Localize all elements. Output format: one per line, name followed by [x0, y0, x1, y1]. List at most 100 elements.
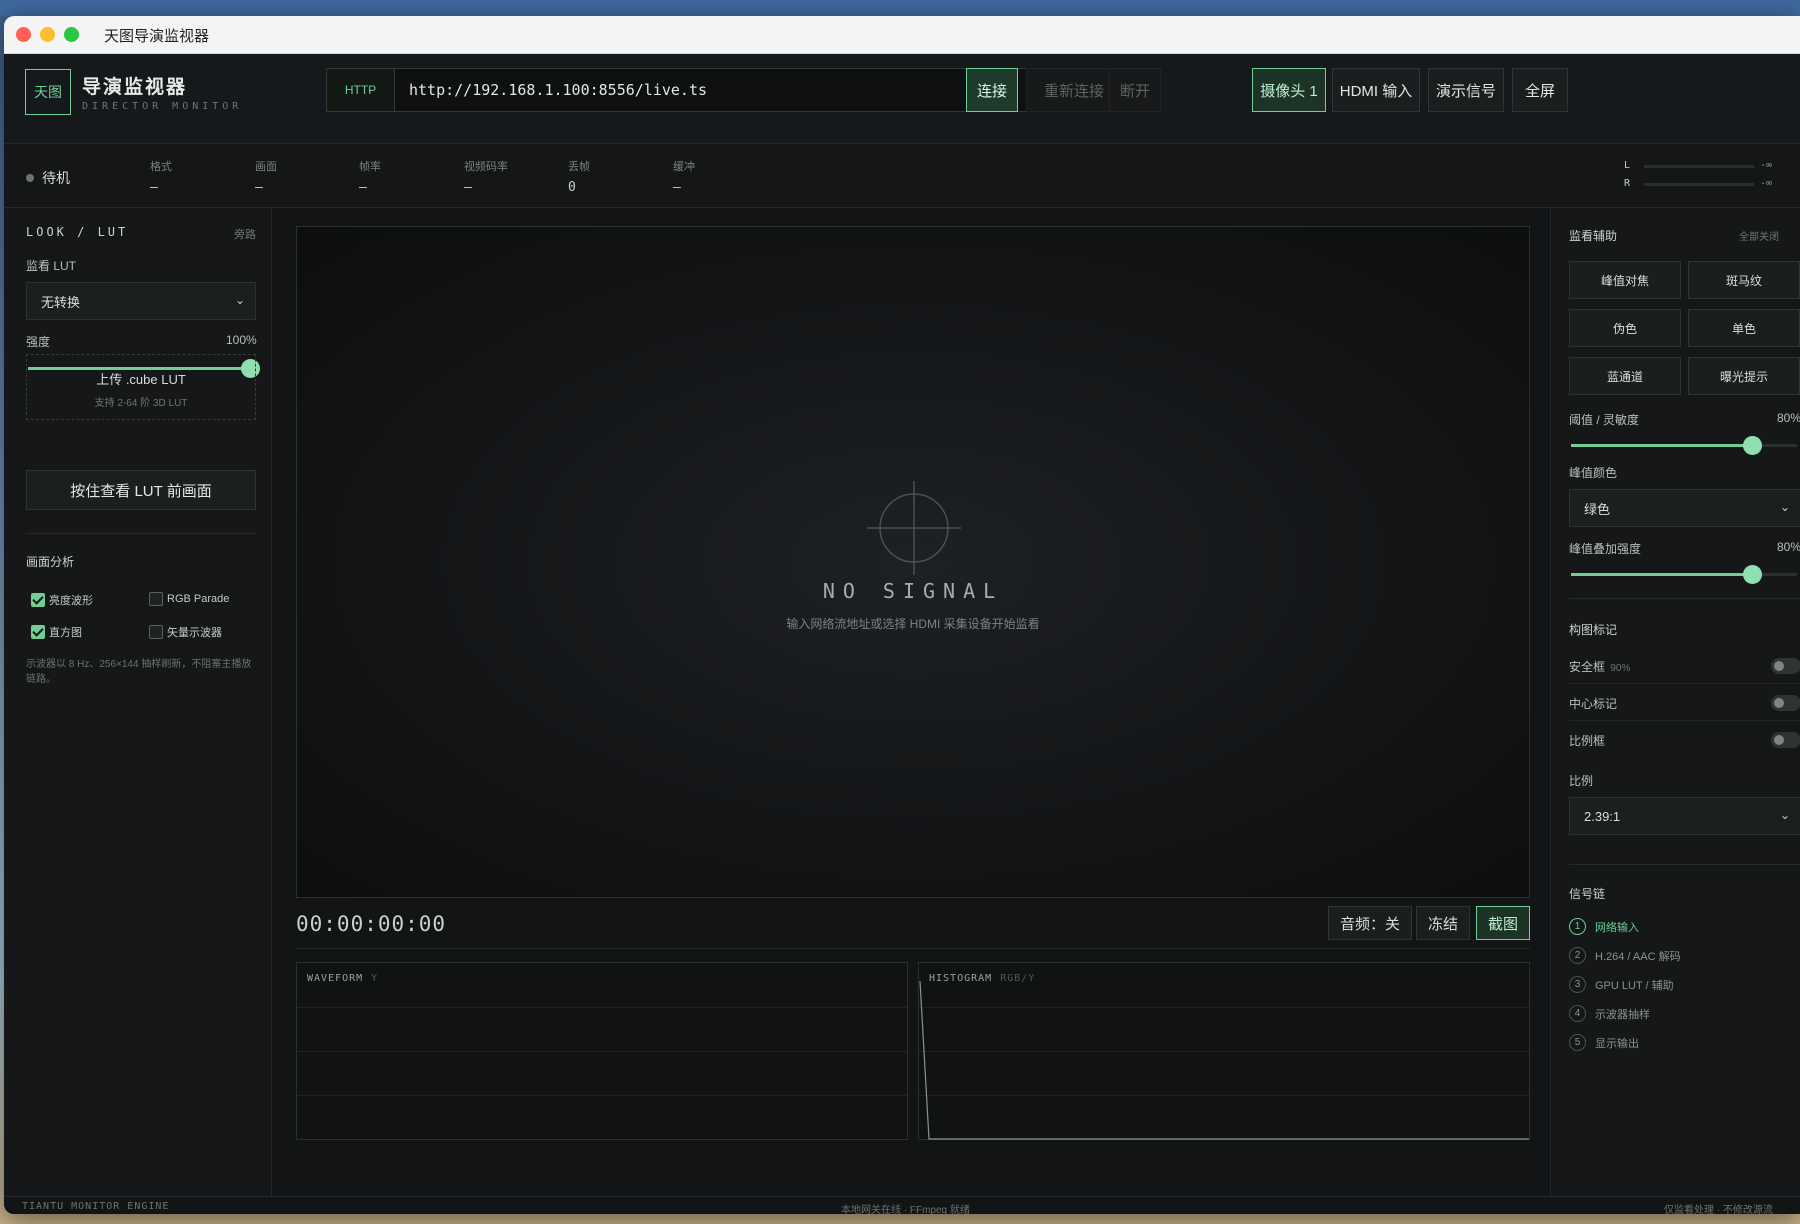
app-subtitle: DIRECTOR MONITOR — [82, 101, 243, 112]
ratio-frame-row[interactable]: 比例框 — [1569, 722, 1800, 758]
snapshot-button[interactable]: 截图 — [1476, 906, 1530, 940]
upload-title: 上传 .cube LUT — [96, 372, 186, 387]
overlay-strength-label: 峰值叠加强度 — [1569, 542, 1642, 556]
bypass-toggle[interactable]: 旁路 — [234, 226, 256, 242]
monitor-area: NO SIGNAL 输入网络流地址或选择 HDMI 采集设备开始监看 00:00… — [272, 208, 1550, 1196]
center-mark-toggle[interactable] — [1771, 695, 1800, 711]
center-mark-label: 中心标记 — [1569, 697, 1618, 711]
assist-title: 监看辅助 — [1569, 229, 1618, 243]
close-window-button[interactable] — [16, 27, 31, 42]
step-label: 网络输入 — [1595, 921, 1639, 934]
minimize-window-button[interactable] — [40, 27, 55, 42]
hold-compare-button[interactable]: 按住查看 LUT 前画面 — [26, 470, 256, 510]
fullscreen-button[interactable]: 全屏 — [1512, 68, 1568, 112]
check-label: 亮度波形 — [49, 595, 93, 607]
scope-gridline — [297, 1095, 907, 1096]
checkbox-checked-icon[interactable] — [31, 593, 45, 607]
step-number: 4 — [1569, 1005, 1586, 1022]
check-histogram[interactable]: 直方图 — [31, 624, 82, 640]
exposure-hint-button[interactable]: 曝光提示 — [1688, 357, 1800, 395]
audio-toggle-button[interactable]: 音频：关 — [1328, 906, 1412, 940]
source-hdmi-button[interactable]: HDMI 输入 — [1332, 68, 1420, 112]
waveform-label: WAVEFORM Y — [307, 973, 378, 984]
overlay-strength-slider[interactable] — [1571, 565, 1797, 584]
ratio-label: 比例 — [1569, 774, 1594, 788]
stat-format: 格式 — — [150, 158, 172, 195]
monochrome-button[interactable]: 单色 — [1688, 309, 1800, 347]
ratio-frame-label: 比例框 — [1569, 734, 1606, 748]
video-viewport[interactable]: NO SIGNAL 输入网络流地址或选择 HDMI 采集设备开始监看 — [296, 226, 1530, 898]
disconnect-button[interactable]: 断开 — [1109, 68, 1161, 112]
center-mark-row[interactable]: 中心标记 — [1569, 685, 1800, 721]
overlay-strength-value: 80% — [1777, 540, 1800, 554]
no-signal-text: NO SIGNAL — [822, 579, 1004, 603]
peak-color-select[interactable]: 绿色 ⌄ — [1569, 489, 1800, 527]
app-footer: TIANTU MONITOR ENGINE 本地网关在线 · FFmpeg 就绪… — [4, 1196, 1800, 1214]
blue-channel-button[interactable]: 蓝通道 — [1569, 357, 1681, 395]
footer-status: 本地网关在线 · FFmpeg 就绪 — [841, 1205, 970, 1214]
all-off-button[interactable]: 全部关闭 — [1739, 228, 1779, 243]
connect-button[interactable]: 连接 — [966, 68, 1018, 112]
stat-label: 缓冲 — [673, 161, 695, 173]
check-label: 矢量示波器 — [167, 627, 222, 639]
slider-thumb[interactable] — [1742, 436, 1762, 455]
checkbox-checked-icon[interactable] — [31, 625, 45, 639]
slider-thumb[interactable] — [1742, 565, 1762, 584]
ratio-frame-toggle[interactable] — [1771, 732, 1800, 748]
threshold-slider[interactable] — [1571, 436, 1797, 455]
chain-step-network-input: 1 网络输入 — [1569, 918, 1639, 935]
window-titlebar: 天图导演监视器 — [4, 16, 1800, 54]
crosshair-icon — [867, 481, 961, 575]
step-number: 5 — [1569, 1034, 1586, 1051]
false-color-button[interactable]: 伪色 — [1569, 309, 1681, 347]
lut-label: 监看 LUT — [26, 259, 77, 273]
stat-label: 视频码率 — [464, 161, 508, 173]
check-vectorscope[interactable]: 矢量示波器 — [149, 624, 222, 640]
source-camera-1-button[interactable]: 摄像头 1 — [1252, 68, 1326, 112]
check-label: 直方图 — [49, 627, 82, 639]
reconnect-button[interactable]: 重新连接 — [1026, 68, 1122, 112]
divider — [1569, 598, 1800, 599]
stat-video-bitrate: 视频码率 — — [464, 158, 508, 195]
check-luma-waveform[interactable]: 亮度波形 — [31, 592, 93, 608]
step-label: H.264 / AAC 解码 — [1595, 950, 1681, 963]
peaking-button[interactable]: 峰值对焦 — [1569, 261, 1681, 299]
window-title: 天图导演监视器 — [104, 28, 210, 45]
maximize-window-button[interactable] — [64, 27, 79, 42]
check-rgb-parade[interactable]: RGB Parade — [149, 592, 229, 606]
divider — [296, 948, 1530, 949]
stat-value: 0 — [568, 180, 576, 195]
meter-bar — [1644, 183, 1754, 186]
step-label: GPU LUT / 辅助 — [1595, 979, 1674, 992]
connection-state: 待机 — [42, 170, 70, 186]
safe-frame-percent: 90% — [1610, 663, 1631, 674]
stat-value: — — [673, 180, 681, 195]
source-demo-signal-button[interactable]: 演示信号 — [1428, 68, 1504, 112]
checkbox-unchecked-icon[interactable] — [149, 625, 163, 639]
lut-select[interactable]: 无转换 ⌄ — [26, 282, 256, 320]
ratio-value: 2.39:1 — [1584, 808, 1621, 824]
safe-frame-toggle[interactable] — [1771, 658, 1800, 674]
checkbox-unchecked-icon[interactable] — [149, 592, 163, 606]
status-bar: 待机 格式 — 画面 — 帧率 — 视频码率 — 丢帧 0 缓冲 — L -∞ — [4, 144, 1800, 208]
app-header: 天图 导演监视器 DIRECTOR MONITOR HTTP 连接 重新连接 断… — [4, 54, 1800, 144]
zebra-button[interactable]: 斑马纹 — [1688, 261, 1800, 299]
strength-label: 强度 — [26, 335, 51, 349]
chevron-down-icon: ⌄ — [1779, 500, 1790, 514]
meter-value: -∞ — [1760, 160, 1773, 171]
meter-bar — [1644, 165, 1754, 168]
signal-chain-title: 信号链 — [1569, 887, 1606, 901]
scope-title: WAVEFORM — [307, 973, 364, 984]
scope-gridline — [297, 1007, 907, 1008]
ratio-select[interactable]: 2.39:1 ⌄ — [1569, 797, 1800, 835]
meter-channel: R — [1624, 178, 1631, 189]
freeze-button[interactable]: 冻结 — [1416, 906, 1470, 940]
lut-upload-dropzone[interactable]: 上传 .cube LUT 支持 2-64 阶 3D LUT — [26, 354, 256, 420]
lut-select-value: 无转换 — [41, 294, 81, 310]
meter-value: -∞ — [1760, 178, 1773, 189]
protocol-badge[interactable]: HTTP — [327, 69, 395, 111]
stat-dropped-frames: 丢帧 0 — [568, 158, 590, 195]
app-title: 导演监视器 — [82, 77, 188, 98]
stat-value: — — [255, 180, 263, 195]
safe-frame-row[interactable]: 安全框 90% — [1569, 648, 1800, 684]
